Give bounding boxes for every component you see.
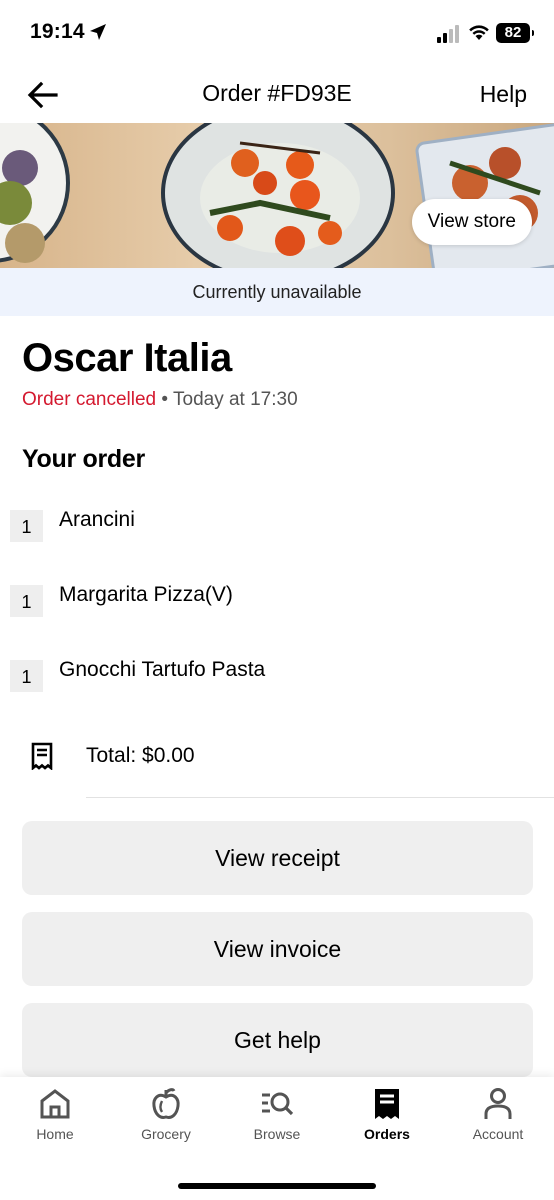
home-icon <box>40 1089 70 1119</box>
store-name: Oscar Italia <box>22 336 232 380</box>
tab-account[interactable]: Account <box>443 1077 553 1157</box>
order-time: Today at 17:30 <box>173 389 298 410</box>
person-icon <box>484 1088 512 1119</box>
help-link[interactable]: Help <box>480 81 527 108</box>
status-separator: • <box>156 389 173 410</box>
order-status-line: Order cancelled • Today at 17:30 <box>22 389 298 411</box>
receipt-icon <box>375 1089 399 1119</box>
view-receipt-button[interactable]: View receipt <box>22 821 533 895</box>
availability-banner: Currently unavailable <box>0 268 554 316</box>
cellular-signal-icon <box>437 25 459 43</box>
your-order-heading: Your order <box>22 445 145 473</box>
tab-label: Account <box>472 1126 524 1142</box>
tab-home[interactable]: Home <box>0 1077 110 1157</box>
food-photo <box>0 123 554 268</box>
item-quantity: 1 <box>10 585 43 617</box>
browse-icon <box>262 1092 293 1116</box>
divider <box>86 797 554 798</box>
item-name: Margarita Pizza(V) <box>59 583 233 606</box>
tab-grocery[interactable]: Grocery <box>111 1077 221 1157</box>
get-help-button[interactable]: Get help <box>22 1003 533 1077</box>
view-invoice-button[interactable]: View invoice <box>22 912 533 986</box>
item-name: Arancini <box>59 508 135 531</box>
battery-indicator: 82 <box>496 23 534 43</box>
tab-label: Browse <box>253 1126 301 1142</box>
bottom-tab-bar: Home Grocery Browse Orders Account <box>0 1077 554 1200</box>
wifi-icon <box>469 25 489 40</box>
item-quantity: 1 <box>10 660 43 692</box>
tab-orders[interactable]: Orders <box>332 1077 442 1157</box>
tab-browse[interactable]: Browse <box>222 1077 332 1157</box>
order-total-row: Total: $0.00 <box>0 726 554 798</box>
apple-icon <box>152 1088 180 1119</box>
tab-label: Home <box>36 1126 74 1142</box>
tab-label: Grocery <box>141 1126 191 1142</box>
tab-label: Orders <box>364 1126 410 1142</box>
order-status: Order cancelled <box>22 389 157 410</box>
order-total: Total: $0.00 <box>86 744 195 767</box>
header: Order #FD93E Help <box>0 64 554 124</box>
store-hero-image: View store <box>0 123 554 268</box>
page-title: Order #FD93E <box>202 80 352 106</box>
location-arrow-icon <box>90 24 106 40</box>
receipt-icon <box>31 742 53 770</box>
view-store-button[interactable]: View store <box>411 199 532 245</box>
item-name: Gnocchi Tartufo Pasta <box>59 658 266 681</box>
status-time: 19:14 <box>30 20 85 43</box>
item-quantity: 1 <box>10 510 43 542</box>
home-indicator <box>178 1183 376 1189</box>
status-bar: 19:14 82 <box>0 0 554 64</box>
